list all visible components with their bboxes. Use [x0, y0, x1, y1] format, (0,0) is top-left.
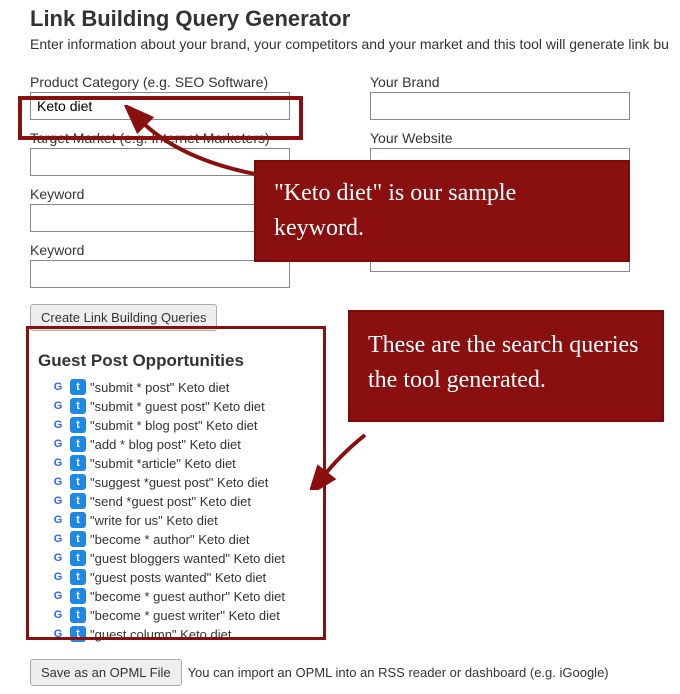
google-icon[interactable]: G	[50, 379, 66, 395]
page-title: Link Building Query Generator	[30, 6, 670, 32]
google-icon[interactable]: G	[50, 398, 66, 414]
list-item: Gt "become * author" Keto diet	[50, 531, 312, 547]
query-text: "guest bloggers wanted" Keto diet	[90, 551, 285, 566]
product-category-input[interactable]	[30, 92, 290, 120]
query-text: "write for us" Keto diet	[90, 513, 218, 528]
keyword2-input[interactable]	[30, 260, 290, 288]
twitter-icon[interactable]: t	[70, 626, 86, 642]
list-item: Gt "submit * guest post" Keto diet	[50, 398, 312, 414]
query-text: "become * guest writer" Keto diet	[90, 608, 280, 623]
list-item: Gt "add * blog post" Keto diet	[50, 436, 312, 452]
query-text: "submit * post" Keto diet	[90, 380, 229, 395]
query-text: "become * author" Keto diet	[90, 532, 250, 547]
target-market-input[interactable]	[30, 148, 290, 176]
twitter-icon[interactable]: t	[70, 607, 86, 623]
google-icon[interactable]: G	[50, 531, 66, 547]
twitter-icon[interactable]: t	[70, 474, 86, 490]
google-icon[interactable]: G	[50, 474, 66, 490]
opml-note: You can import an OPML into an RSS reade…	[188, 665, 609, 680]
list-item: Gt "become * guest writer" Keto diet	[50, 607, 312, 623]
list-item: Gt "guest posts wanted" Keto diet	[50, 569, 312, 585]
annotation-callout-keyword: "Keto diet" is our sample keyword.	[254, 160, 630, 262]
twitter-icon[interactable]: t	[70, 436, 86, 452]
page-subtitle: Enter information about your brand, your…	[30, 36, 670, 52]
your-brand-label: Your Brand	[370, 74, 670, 90]
keyword1-input[interactable]	[30, 204, 290, 232]
target-market-label: Target Market (e.g. Internet Marketers)	[30, 130, 330, 146]
list-item: Gt "submit * post" Keto diet	[50, 379, 312, 395]
twitter-icon[interactable]: t	[70, 512, 86, 528]
query-text: "guest posts wanted" Keto diet	[90, 570, 266, 585]
list-item: Gt "send *guest post" Keto diet	[50, 493, 312, 509]
google-icon[interactable]: G	[50, 550, 66, 566]
list-item: Gt "submit * blog post" Keto diet	[50, 417, 312, 433]
query-text: "add * blog post" Keto diet	[90, 437, 241, 452]
query-text: "suggest *guest post" Keto diet	[90, 475, 268, 490]
results-panel: Guest Post Opportunities Gt "submit * pos…	[30, 345, 320, 651]
google-icon[interactable]: G	[50, 607, 66, 623]
annotation-callout-queries: These are the search queries the tool ge…	[348, 310, 664, 422]
twitter-icon[interactable]: t	[70, 455, 86, 471]
list-item: Gt "guest column" Keto diet	[50, 626, 312, 642]
list-item: Gt "suggest *guest post" Keto diet	[50, 474, 312, 490]
google-icon[interactable]: G	[50, 626, 66, 642]
list-item: Gt "submit *article" Keto diet	[50, 455, 312, 471]
list-item: Gt "guest bloggers wanted" Keto diet	[50, 550, 312, 566]
create-queries-button[interactable]: Create Link Building Queries	[30, 304, 217, 331]
google-icon[interactable]: G	[50, 436, 66, 452]
twitter-icon[interactable]: t	[70, 417, 86, 433]
query-text: "guest column" Keto diet	[90, 627, 231, 642]
twitter-icon[interactable]: t	[70, 569, 86, 585]
google-icon[interactable]: G	[50, 569, 66, 585]
google-icon[interactable]: G	[50, 417, 66, 433]
save-opml-button[interactable]: Save as an OPML File	[30, 659, 182, 686]
your-brand-input[interactable]	[370, 92, 630, 120]
twitter-icon[interactable]: t	[70, 493, 86, 509]
query-text: "submit * guest post" Keto diet	[90, 399, 265, 414]
twitter-icon[interactable]: t	[70, 588, 86, 604]
results-heading: Guest Post Opportunities	[38, 351, 312, 371]
twitter-icon[interactable]: t	[70, 531, 86, 547]
google-icon[interactable]: G	[50, 455, 66, 471]
twitter-icon[interactable]: t	[70, 550, 86, 566]
list-item: Gt "write for us" Keto diet	[50, 512, 312, 528]
google-icon[interactable]: G	[50, 588, 66, 604]
query-text: "submit *article" Keto diet	[90, 456, 236, 471]
twitter-icon[interactable]: t	[70, 379, 86, 395]
google-icon[interactable]: G	[50, 512, 66, 528]
list-item: Gt "become * guest author" Keto diet	[50, 588, 312, 604]
your-website-label: Your Website	[370, 130, 670, 146]
google-icon[interactable]: G	[50, 493, 66, 509]
query-text: "submit * blog post" Keto diet	[90, 418, 258, 433]
query-text: "send *guest post" Keto diet	[90, 494, 251, 509]
result-list: Gt "submit * post" Keto diet Gt "submit * g…	[38, 379, 312, 642]
query-text: "become * guest author" Keto diet	[90, 589, 285, 604]
product-category-label: Product Category (e.g. SEO Software)	[30, 74, 330, 90]
twitter-icon[interactable]: t	[70, 398, 86, 414]
